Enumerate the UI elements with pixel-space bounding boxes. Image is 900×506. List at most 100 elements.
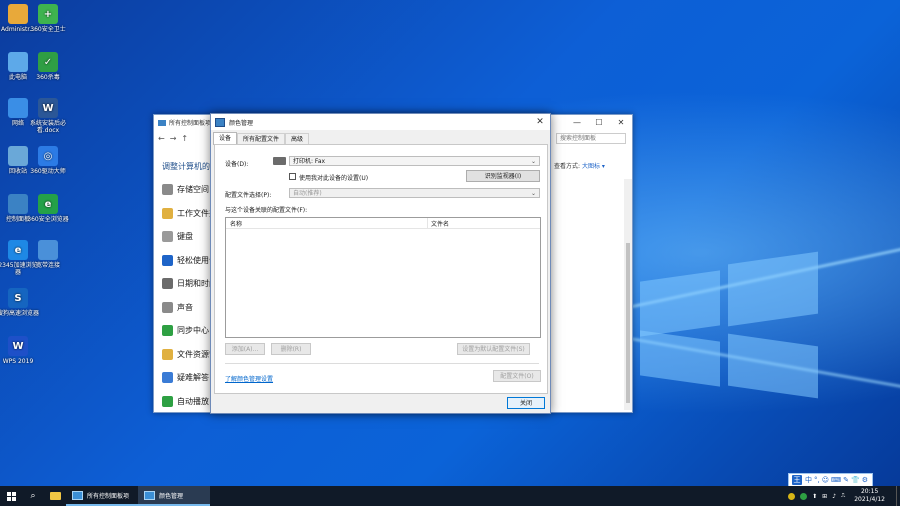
up-arrow-icon[interactable]: ↑ [181,134,188,143]
control-panel-item-icon [162,348,173,360]
ime-tool-icon[interactable]: 👕 [851,476,860,484]
minimize-button[interactable]: — [566,118,588,127]
scrollbar-thumb[interactable] [626,243,630,403]
maximize-button[interactable]: ☐ [588,118,610,127]
360-antivirus-tray-icon[interactable] [800,492,808,500]
control-panel-item[interactable]: 工作文件夹 [162,207,217,219]
scrollbar[interactable] [624,179,632,410]
desktop-app-icon: W [38,98,58,118]
control-panel-icon [158,119,166,126]
back-arrow-icon[interactable]: ← [158,134,165,143]
clock[interactable]: 20:15 2021/4/12 [850,488,891,504]
ime-tool-icon[interactable]: ✎ [843,476,849,484]
desktop-app-icon [8,52,28,72]
desktop-icon[interactable]: 宽带连接 [26,240,70,269]
desktop-app-icon: ◎ [38,146,58,166]
desktop-app-icon [38,240,58,260]
set-default-profile-button[interactable]: 设置为默认配置文件(S) [457,343,530,355]
desktop-icon[interactable]: ✓ 360杀毒 [26,52,70,81]
search-icon[interactable]: ⌕ [22,486,44,506]
desktop-icon[interactable]: S 搜狗高速浏览器 [0,288,40,317]
ime-tool-icon[interactable]: °, [814,476,820,484]
learn-color-management-link[interactable]: 了解颜色管理设置 [225,374,273,383]
desktop-icon[interactable]: e 360安全浏览器 [26,194,70,223]
view-by-value[interactable]: 大图标 ▾ [582,163,605,170]
use-my-settings-checkbox[interactable] [289,173,296,180]
taskbar-item-control-panel[interactable]: 所有控制面板项 [66,486,138,506]
file-explorer-button[interactable] [44,486,66,506]
control-panel-item[interactable]: 自动播放 [162,395,209,407]
profiles-button[interactable]: 配置文件(O) [493,370,541,382]
control-panel-item[interactable]: 存储空间 [162,184,209,195]
desktop-icon-label: 360杀毒 [36,74,60,81]
desktop-icon-label: 360安全卫士 [30,26,66,33]
dialog-titlebar: 颜色管理 ✕ [211,114,550,130]
control-panel-item[interactable]: 同步中心 [162,325,209,336]
volume-icon[interactable]: ♪ [832,493,836,500]
identify-monitors-button[interactable]: 识别监视器(I) [466,170,540,182]
desktop-icon[interactable]: W 系统安装后必看.docx [26,98,70,134]
desktop-icon[interactable]: ◎ 360驱动大师 [26,146,70,175]
control-panel-item[interactable]: 键盘 [162,231,193,242]
profile-selection-label: 配置文件选择(P): [225,192,272,199]
control-panel-item-icon [162,184,173,195]
close-button[interactable]: 关闭 [507,397,545,409]
column-name[interactable]: 名称 [230,219,242,228]
desktop-app-icon [8,4,28,24]
control-panel-item-label: 键盘 [177,232,193,241]
desktop-icon[interactable]: +360安全卫士 [26,4,70,33]
close-button[interactable]: ✕ [610,118,632,127]
desktop-app-icon: ✓ [38,52,58,72]
ime-tool-icon[interactable]: 中 [805,476,812,484]
control-panel-item-label: 声音 [177,302,193,312]
chevron-down-icon: ⌄ [530,190,536,197]
desktop-app-icon: e [38,194,58,214]
show-hidden-icons-icon[interactable]: ⬆ [812,493,817,500]
ime-logo-icon[interactable]: 王 [792,475,802,485]
control-panel-item-icon [162,301,173,313]
ime-toolbar[interactable]: 王 中 °, ☺ ⌨ ✎ 👕 ⚙ [788,473,874,486]
control-panel-item-icon [162,325,173,336]
view-by-selector[interactable]: 查看方式: 大图标 ▾ [554,161,605,170]
system-tray: ⬆ ⊞ ♪ ⎍ 20:15 2021/4/12 [788,486,900,506]
desktop-icon-label: 360驱动大师 [30,168,66,175]
remove-button[interactable]: 删除(R) [271,343,311,355]
control-panel-item-icon [162,372,173,383]
device-select-value: 打印机: Fax [293,158,326,165]
360-tray-icon[interactable] [788,492,796,500]
color-management-icon [144,490,155,500]
list-header: 名称 文件名 [226,218,540,229]
input-indicator-icon[interactable]: ⎍ [841,492,845,500]
chevron-down-icon: ⌄ [530,158,536,165]
start-button[interactable] [0,486,22,506]
desktop: Administr... +360安全卫士 此电脑 ✓ 360杀毒 网络 W 系统安装后必看.… [0,0,900,486]
desktop-app-icon: W [8,336,28,356]
profiles-list[interactable]: 名称 文件名 [225,217,541,338]
show-desktop-button[interactable] [896,486,900,506]
control-panel-item[interactable]: 疑难解答 [162,372,209,383]
desktop-app-icon [8,194,28,214]
forward-arrow-icon[interactable]: → [170,134,177,143]
ime-tool-icon[interactable]: ⚙ [862,476,868,484]
column-filename[interactable]: 文件名 [431,219,449,228]
search-control-panel-input[interactable]: 搜索控制面板 [556,133,626,144]
network-icon[interactable]: ⊞ [822,493,827,500]
close-icon[interactable]: ✕ [530,117,550,127]
control-panel-title: 所有控制面板项 [169,120,212,127]
control-panel-item-icon [162,395,173,407]
desktop-icon-label: 系统安装后必看.docx [29,120,66,134]
divider [225,363,539,364]
ime-tool-icon[interactable]: ☺ [822,476,829,484]
profile-selection-value: 自动(推荐) [293,190,322,197]
ime-tool-icon[interactable]: ⌨ [831,476,841,484]
control-panel-item[interactable]: 日期和时间 [162,278,217,289]
add-button[interactable]: 添加(A)... [225,343,265,355]
control-panel-item[interactable]: 声音 [162,301,193,313]
profile-selection-select[interactable]: 自动(推荐) ⌄ [289,188,540,198]
taskbar-item-color-management[interactable]: 颜色管理 [138,486,210,506]
desktop-icon[interactable]: W WPS 2019 [0,336,40,365]
desktop-icon-label: 搜狗高速浏览器 [0,310,39,317]
control-panel-icon [72,490,83,500]
color-management-dialog[interactable]: 颜色管理 ✕ 设备 所有配置文件 高级 设备(D): 打印机: Fax ⌄ 使用… [210,113,551,414]
device-select[interactable]: 打印机: Fax ⌄ [289,156,540,166]
